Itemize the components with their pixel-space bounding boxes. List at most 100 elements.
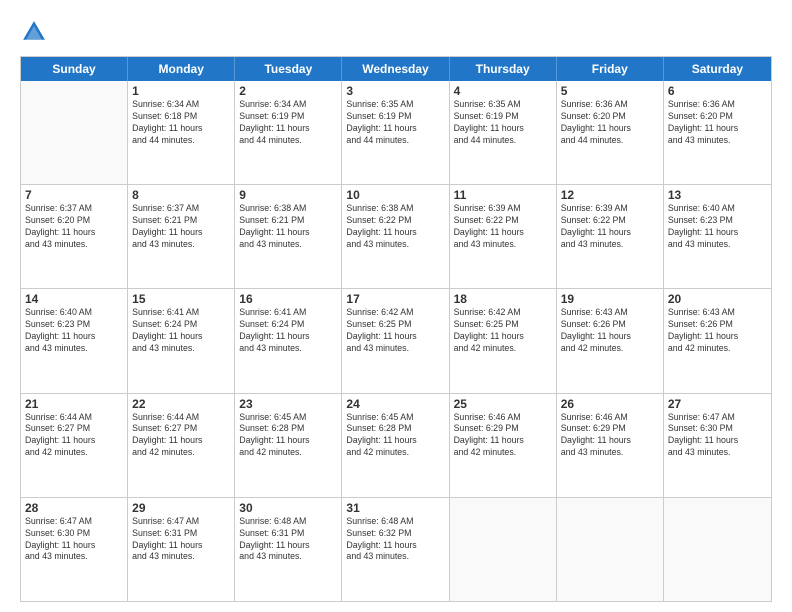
day-info: Sunrise: 6:47 AM Sunset: 6:30 PM Dayligh…: [25, 516, 123, 564]
day-info: Sunrise: 6:42 AM Sunset: 6:25 PM Dayligh…: [346, 307, 444, 355]
cal-cell: 29Sunrise: 6:47 AM Sunset: 6:31 PM Dayli…: [128, 498, 235, 601]
day-info: Sunrise: 6:37 AM Sunset: 6:21 PM Dayligh…: [132, 203, 230, 251]
page: SundayMondayTuesdayWednesdayThursdayFrid…: [0, 0, 792, 612]
header: [20, 18, 772, 46]
cal-cell: 1Sunrise: 6:34 AM Sunset: 6:18 PM Daylig…: [128, 81, 235, 184]
cal-cell: 7Sunrise: 6:37 AM Sunset: 6:20 PM Daylig…: [21, 185, 128, 288]
cal-cell: [557, 498, 664, 601]
day-number: 8: [132, 188, 230, 202]
cal-cell: 21Sunrise: 6:44 AM Sunset: 6:27 PM Dayli…: [21, 394, 128, 497]
cal-cell: 16Sunrise: 6:41 AM Sunset: 6:24 PM Dayli…: [235, 289, 342, 392]
day-number: 31: [346, 501, 444, 515]
day-info: Sunrise: 6:45 AM Sunset: 6:28 PM Dayligh…: [346, 412, 444, 460]
cal-header-day: Sunday: [21, 57, 128, 81]
day-info: Sunrise: 6:38 AM Sunset: 6:21 PM Dayligh…: [239, 203, 337, 251]
logo: [20, 18, 52, 46]
day-info: Sunrise: 6:48 AM Sunset: 6:31 PM Dayligh…: [239, 516, 337, 564]
day-number: 4: [454, 84, 552, 98]
day-info: Sunrise: 6:41 AM Sunset: 6:24 PM Dayligh…: [239, 307, 337, 355]
cal-cell: 17Sunrise: 6:42 AM Sunset: 6:25 PM Dayli…: [342, 289, 449, 392]
day-number: 30: [239, 501, 337, 515]
day-number: 6: [668, 84, 767, 98]
day-number: 19: [561, 292, 659, 306]
day-info: Sunrise: 6:41 AM Sunset: 6:24 PM Dayligh…: [132, 307, 230, 355]
day-number: 10: [346, 188, 444, 202]
day-info: Sunrise: 6:37 AM Sunset: 6:20 PM Dayligh…: [25, 203, 123, 251]
cal-cell: 6Sunrise: 6:36 AM Sunset: 6:20 PM Daylig…: [664, 81, 771, 184]
day-number: 25: [454, 397, 552, 411]
cal-week: 1Sunrise: 6:34 AM Sunset: 6:18 PM Daylig…: [21, 81, 771, 185]
day-info: Sunrise: 6:35 AM Sunset: 6:19 PM Dayligh…: [346, 99, 444, 147]
day-info: Sunrise: 6:38 AM Sunset: 6:22 PM Dayligh…: [346, 203, 444, 251]
day-info: Sunrise: 6:39 AM Sunset: 6:22 PM Dayligh…: [454, 203, 552, 251]
day-number: 12: [561, 188, 659, 202]
cal-cell: 31Sunrise: 6:48 AM Sunset: 6:32 PM Dayli…: [342, 498, 449, 601]
day-info: Sunrise: 6:47 AM Sunset: 6:31 PM Dayligh…: [132, 516, 230, 564]
day-info: Sunrise: 6:45 AM Sunset: 6:28 PM Dayligh…: [239, 412, 337, 460]
cal-cell: 20Sunrise: 6:43 AM Sunset: 6:26 PM Dayli…: [664, 289, 771, 392]
day-info: Sunrise: 6:44 AM Sunset: 6:27 PM Dayligh…: [25, 412, 123, 460]
day-info: Sunrise: 6:36 AM Sunset: 6:20 PM Dayligh…: [561, 99, 659, 147]
day-number: 22: [132, 397, 230, 411]
cal-cell: 30Sunrise: 6:48 AM Sunset: 6:31 PM Dayli…: [235, 498, 342, 601]
day-number: 29: [132, 501, 230, 515]
day-number: 20: [668, 292, 767, 306]
cal-header-day: Tuesday: [235, 57, 342, 81]
logo-icon: [20, 18, 48, 46]
day-number: 15: [132, 292, 230, 306]
day-number: 27: [668, 397, 767, 411]
day-number: 13: [668, 188, 767, 202]
day-number: 24: [346, 397, 444, 411]
day-info: Sunrise: 6:44 AM Sunset: 6:27 PM Dayligh…: [132, 412, 230, 460]
day-number: 2: [239, 84, 337, 98]
cal-cell: 2Sunrise: 6:34 AM Sunset: 6:19 PM Daylig…: [235, 81, 342, 184]
day-info: Sunrise: 6:39 AM Sunset: 6:22 PM Dayligh…: [561, 203, 659, 251]
cal-cell: 27Sunrise: 6:47 AM Sunset: 6:30 PM Dayli…: [664, 394, 771, 497]
day-info: Sunrise: 6:43 AM Sunset: 6:26 PM Dayligh…: [668, 307, 767, 355]
day-number: 7: [25, 188, 123, 202]
cal-cell: 19Sunrise: 6:43 AM Sunset: 6:26 PM Dayli…: [557, 289, 664, 392]
cal-cell: 12Sunrise: 6:39 AM Sunset: 6:22 PM Dayli…: [557, 185, 664, 288]
cal-cell: 23Sunrise: 6:45 AM Sunset: 6:28 PM Dayli…: [235, 394, 342, 497]
calendar: SundayMondayTuesdayWednesdayThursdayFrid…: [20, 56, 772, 602]
day-info: Sunrise: 6:34 AM Sunset: 6:18 PM Dayligh…: [132, 99, 230, 147]
cal-header-day: Friday: [557, 57, 664, 81]
calendar-body: 1Sunrise: 6:34 AM Sunset: 6:18 PM Daylig…: [21, 81, 771, 601]
cal-cell: 24Sunrise: 6:45 AM Sunset: 6:28 PM Dayli…: [342, 394, 449, 497]
cal-cell: 22Sunrise: 6:44 AM Sunset: 6:27 PM Dayli…: [128, 394, 235, 497]
cal-cell: 14Sunrise: 6:40 AM Sunset: 6:23 PM Dayli…: [21, 289, 128, 392]
cal-week: 7Sunrise: 6:37 AM Sunset: 6:20 PM Daylig…: [21, 185, 771, 289]
day-number: 11: [454, 188, 552, 202]
cal-cell: 28Sunrise: 6:47 AM Sunset: 6:30 PM Dayli…: [21, 498, 128, 601]
day-number: 26: [561, 397, 659, 411]
day-number: 21: [25, 397, 123, 411]
cal-cell: 3Sunrise: 6:35 AM Sunset: 6:19 PM Daylig…: [342, 81, 449, 184]
cal-week: 21Sunrise: 6:44 AM Sunset: 6:27 PM Dayli…: [21, 394, 771, 498]
cal-week: 14Sunrise: 6:40 AM Sunset: 6:23 PM Dayli…: [21, 289, 771, 393]
day-info: Sunrise: 6:42 AM Sunset: 6:25 PM Dayligh…: [454, 307, 552, 355]
cal-cell: 9Sunrise: 6:38 AM Sunset: 6:21 PM Daylig…: [235, 185, 342, 288]
day-number: 14: [25, 292, 123, 306]
day-info: Sunrise: 6:46 AM Sunset: 6:29 PM Dayligh…: [454, 412, 552, 460]
day-number: 17: [346, 292, 444, 306]
cal-cell: [450, 498, 557, 601]
cal-header-day: Saturday: [664, 57, 771, 81]
cal-week: 28Sunrise: 6:47 AM Sunset: 6:30 PM Dayli…: [21, 498, 771, 601]
day-info: Sunrise: 6:40 AM Sunset: 6:23 PM Dayligh…: [25, 307, 123, 355]
day-info: Sunrise: 6:36 AM Sunset: 6:20 PM Dayligh…: [668, 99, 767, 147]
cal-cell: 4Sunrise: 6:35 AM Sunset: 6:19 PM Daylig…: [450, 81, 557, 184]
cal-header-day: Wednesday: [342, 57, 449, 81]
day-number: 1: [132, 84, 230, 98]
day-number: 5: [561, 84, 659, 98]
cal-header-day: Thursday: [450, 57, 557, 81]
cal-cell: 26Sunrise: 6:46 AM Sunset: 6:29 PM Dayli…: [557, 394, 664, 497]
cal-cell: 25Sunrise: 6:46 AM Sunset: 6:29 PM Dayli…: [450, 394, 557, 497]
day-info: Sunrise: 6:34 AM Sunset: 6:19 PM Dayligh…: [239, 99, 337, 147]
cal-header-day: Monday: [128, 57, 235, 81]
cal-cell: 15Sunrise: 6:41 AM Sunset: 6:24 PM Dayli…: [128, 289, 235, 392]
day-info: Sunrise: 6:47 AM Sunset: 6:30 PM Dayligh…: [668, 412, 767, 460]
day-info: Sunrise: 6:48 AM Sunset: 6:32 PM Dayligh…: [346, 516, 444, 564]
day-info: Sunrise: 6:35 AM Sunset: 6:19 PM Dayligh…: [454, 99, 552, 147]
day-info: Sunrise: 6:46 AM Sunset: 6:29 PM Dayligh…: [561, 412, 659, 460]
day-number: 9: [239, 188, 337, 202]
